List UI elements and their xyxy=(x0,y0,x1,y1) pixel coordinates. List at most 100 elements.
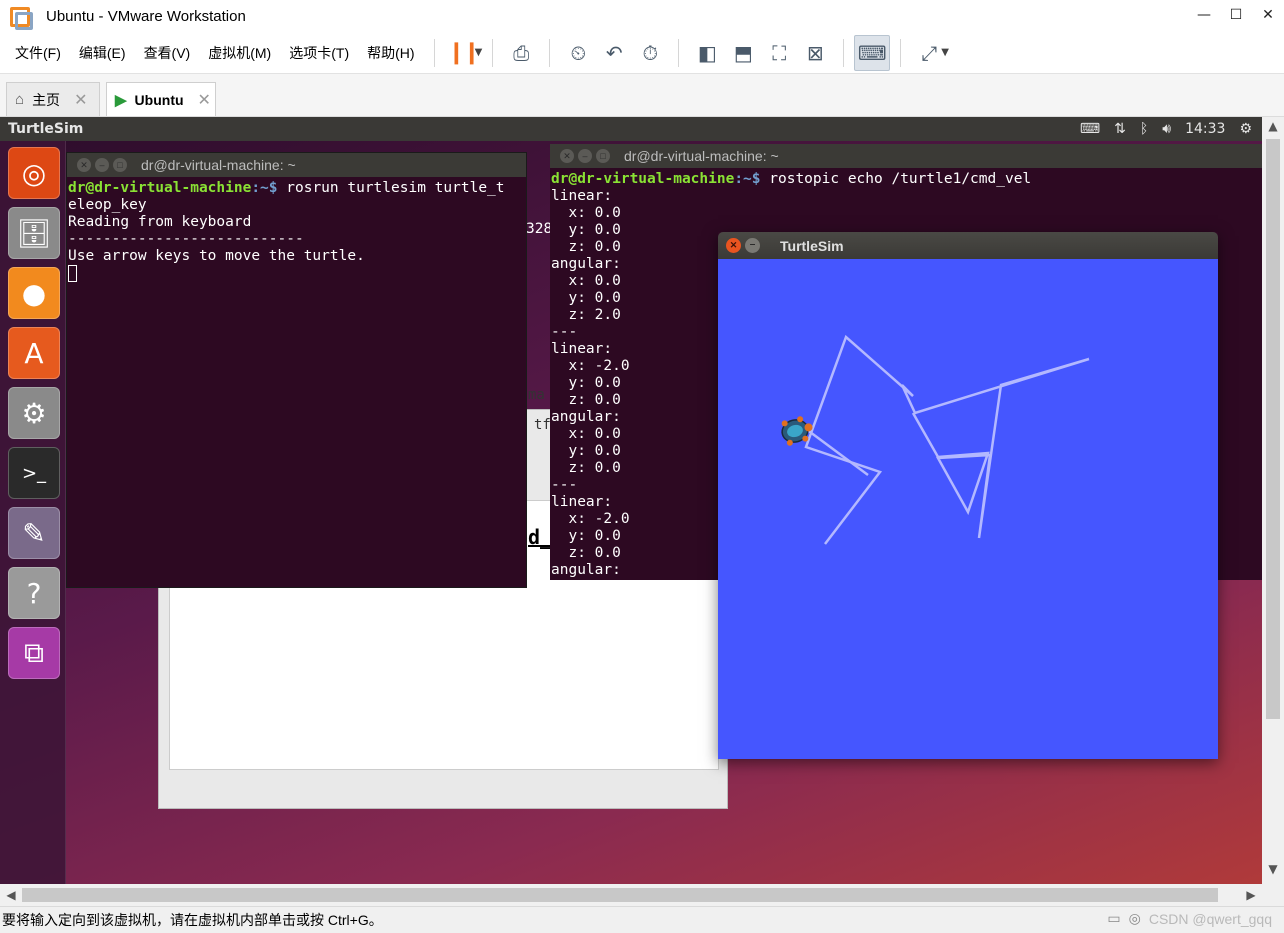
terminal-title: dr@dr-virtual-machine: ~ xyxy=(624,147,779,164)
snapshot-icon[interactable]: ⏲ xyxy=(560,35,596,71)
maximize-button[interactable]: ☐ xyxy=(1220,0,1252,32)
files-icon[interactable]: 🗄︎ xyxy=(8,207,60,259)
chevron-up-icon[interactable]: ▲ xyxy=(1262,119,1284,139)
minimize-icon[interactable]: – xyxy=(95,158,109,172)
firefox-icon[interactable]: ● xyxy=(8,267,60,319)
status-bar: 要将输入定向到该虚拟机，请在虚拟机内部单击或按 Ctrl+G。 ▭ ◎ CSDN… xyxy=(0,906,1284,933)
status-message: 要将输入定向到该虚拟机，请在虚拟机内部单击或按 Ctrl+G。 xyxy=(2,912,383,928)
close-button[interactable]: ✕ xyxy=(1252,0,1284,32)
background-text-fragment: d_ xyxy=(528,525,553,549)
network-icon[interactable]: ⇅ xyxy=(1114,121,1126,137)
toolbar-separator xyxy=(492,38,494,67)
minimize-icon[interactable]: – xyxy=(578,149,592,163)
vm-running-icon: ▶ xyxy=(115,91,127,109)
close-icon[interactable]: ✕ xyxy=(74,90,87,110)
workspace-switcher-icon[interactable]: ⧉ xyxy=(8,627,60,679)
menu-vm[interactable]: 虚拟机(M) xyxy=(199,43,280,63)
maximize-icon[interactable]: □ xyxy=(113,158,127,172)
toolbar-separator xyxy=(549,38,551,67)
horizontal-scrollbar[interactable]: ◀ ▶ xyxy=(0,884,1262,906)
tab-home-label: 主页 xyxy=(32,91,61,108)
clock[interactable]: 14:33 xyxy=(1185,121,1225,137)
minimize-icon[interactable]: – xyxy=(745,238,760,253)
panel-app-title: TurtleSim xyxy=(8,121,84,137)
bluetooth-icon[interactable]: ᛒ xyxy=(1140,121,1148,137)
terminal-lines: linear: x: 0.0 y: 0.0 z: 0.0 angular: x:… xyxy=(551,188,630,578)
scrollbar-thumb[interactable] xyxy=(1266,139,1280,719)
menu-help[interactable]: 帮助(H) xyxy=(358,43,423,63)
tab-ubuntu-label: Ubuntu xyxy=(134,91,184,108)
vmware-titlebar: Ubuntu - VMware Workstation — ☐ ✕ xyxy=(0,0,1284,32)
system-settings-icon[interactable]: ⚙ xyxy=(8,387,60,439)
terminal-title: dr@dr-virtual-machine: ~ xyxy=(141,156,296,173)
terminal-titlebar: ✕ – □ dr@dr-virtual-machine: ~ xyxy=(550,144,1262,168)
sidebar-icon[interactable]: ◧ xyxy=(689,35,725,71)
chevron-right-icon[interactable]: ▶ xyxy=(1240,884,1262,906)
background-text-fragment: ma xyxy=(528,387,545,403)
toolbar-separator xyxy=(678,38,680,67)
background-text-fragment: 328 xyxy=(526,221,553,237)
vm-screen[interactable]: TurtleSim ⌨ ⇅ ᛒ 🔊︎ 14:33 ⚙ ◎ 🗄︎ ● A ⚙ >_… xyxy=(0,117,1262,884)
tab-home[interactable]: ⌂ 主页 ✕ xyxy=(6,82,100,116)
menu-view[interactable]: 查看(V) xyxy=(135,43,200,63)
send-ctrl-alt-del-icon[interactable]: ⎙ xyxy=(503,35,539,71)
console-view-icon[interactable]: ⌨ xyxy=(854,34,891,71)
prompt-user: dr@dr-virtual-machine xyxy=(551,171,735,187)
revert-snapshot-icon[interactable]: ↶ xyxy=(596,35,632,71)
prompt-path: :~$ xyxy=(251,180,278,196)
ubuntu-top-panel: TurtleSim ⌨ ⇅ ᛒ 🔊︎ 14:33 ⚙ xyxy=(0,117,1262,141)
chevron-down-icon[interactable]: ▼ xyxy=(941,47,949,58)
ubuntu-dash-icon[interactable]: ◎ xyxy=(8,147,60,199)
prompt-path: :~$ xyxy=(734,171,761,187)
terminal-icon[interactable]: >_ xyxy=(8,447,60,499)
help-icon[interactable]: ? xyxy=(8,567,60,619)
chevron-down-icon[interactable]: ▼ xyxy=(1262,862,1284,882)
terminal-lines: eleop_key Reading from keyboard --------… xyxy=(68,197,365,264)
minimize-button[interactable]: — xyxy=(1188,0,1220,32)
chevron-down-icon[interactable]: ▼ xyxy=(475,47,483,58)
unity-icon[interactable]: ⊠ xyxy=(797,35,833,71)
tab-ubuntu[interactable]: ▶ Ubuntu ✕ xyxy=(106,82,216,116)
chevron-left-icon[interactable]: ◀ xyxy=(0,884,22,906)
cd-drive-icon[interactable]: ◎ xyxy=(1129,911,1141,927)
turtlesim-window[interactable]: ✕ – TurtleSim xyxy=(718,232,1218,759)
vertical-scrollbar[interactable]: ▲ ▼ xyxy=(1262,117,1284,884)
full-screen-icon[interactable]: ⛶ xyxy=(761,35,797,71)
keyboard-icon[interactable]: ⌨ xyxy=(1080,121,1100,137)
close-icon[interactable]: ✕ xyxy=(726,238,741,253)
terminal-window-teleop[interactable]: ✕ – □ dr@dr-virtual-machine: ~ dr@dr-vir… xyxy=(66,152,527,588)
terminal-output: dr@dr-virtual-machine:~$ rosrun turtlesi… xyxy=(67,177,526,285)
scrollbar-thumb[interactable] xyxy=(22,888,1218,902)
tab-bar: ⌂ 主页 ✕ ▶ Ubuntu ✕ xyxy=(0,74,1284,117)
software-center-icon[interactable]: A xyxy=(8,327,60,379)
turtle-icon xyxy=(781,416,813,446)
vmware-logo-icon xyxy=(8,5,33,30)
turtle-path-drawing xyxy=(781,334,1090,545)
turtle-path xyxy=(805,427,869,477)
turtlesim-title: TurtleSim xyxy=(780,237,844,254)
snapshot-manager-icon[interactable]: ⏱ xyxy=(632,35,668,71)
window-title: Ubuntu - VMware Workstation xyxy=(46,7,246,25)
close-icon[interactable]: ✕ xyxy=(77,158,91,172)
toolbar-separator xyxy=(900,38,902,67)
maximize-icon[interactable]: □ xyxy=(596,149,610,163)
prompt-user: dr@dr-virtual-machine xyxy=(68,180,252,196)
thumbnail-bar-icon[interactable]: ⬒ xyxy=(725,35,761,71)
toolbar-separator xyxy=(843,38,845,67)
close-icon[interactable]: ✕ xyxy=(198,90,211,110)
menu-edit[interactable]: 编辑(E) xyxy=(70,43,135,63)
toolbar-separator xyxy=(433,38,435,67)
volume-icon[interactable]: 🔊︎ xyxy=(1162,121,1171,137)
gear-icon[interactable]: ⚙ xyxy=(1239,121,1252,137)
menubar: 文件(F) 编辑(E) 查看(V) 虚拟机(M) 选项卡(T) 帮助(H) ❙❙… xyxy=(0,32,1284,74)
menu-file[interactable]: 文件(F) xyxy=(6,43,70,63)
turtlesim-titlebar: ✕ – TurtleSim xyxy=(718,232,1218,259)
home-icon: ⌂ xyxy=(15,91,25,108)
ubuntu-launcher: ◎ 🗄︎ ● A ⚙ >_ ✎ ? ⧉ xyxy=(0,141,66,884)
terminal-command: rosrun turtlesim turtle_t xyxy=(277,180,505,196)
close-icon[interactable]: ✕ xyxy=(560,149,574,163)
terminal-cursor xyxy=(68,265,77,282)
menu-tabs[interactable]: 选项卡(T) xyxy=(280,43,358,63)
text-editor-icon[interactable]: ✎ xyxy=(8,507,60,559)
hard-disk-icon[interactable]: ▭ xyxy=(1107,911,1120,927)
